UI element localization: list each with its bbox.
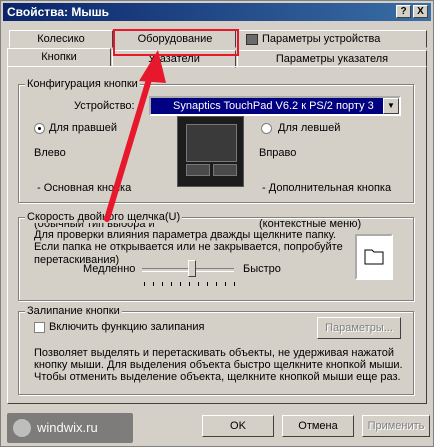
- mouse-properties-dialog: Свойства: Мышь ? X Колесико Оборудование…: [0, 0, 434, 447]
- watermark-logo-icon: [13, 419, 31, 437]
- watermark-text: windwix.ru: [37, 420, 98, 435]
- watermark: windwix.ru: [7, 413, 133, 443]
- annotation-arrow-icon: [104, 50, 166, 222]
